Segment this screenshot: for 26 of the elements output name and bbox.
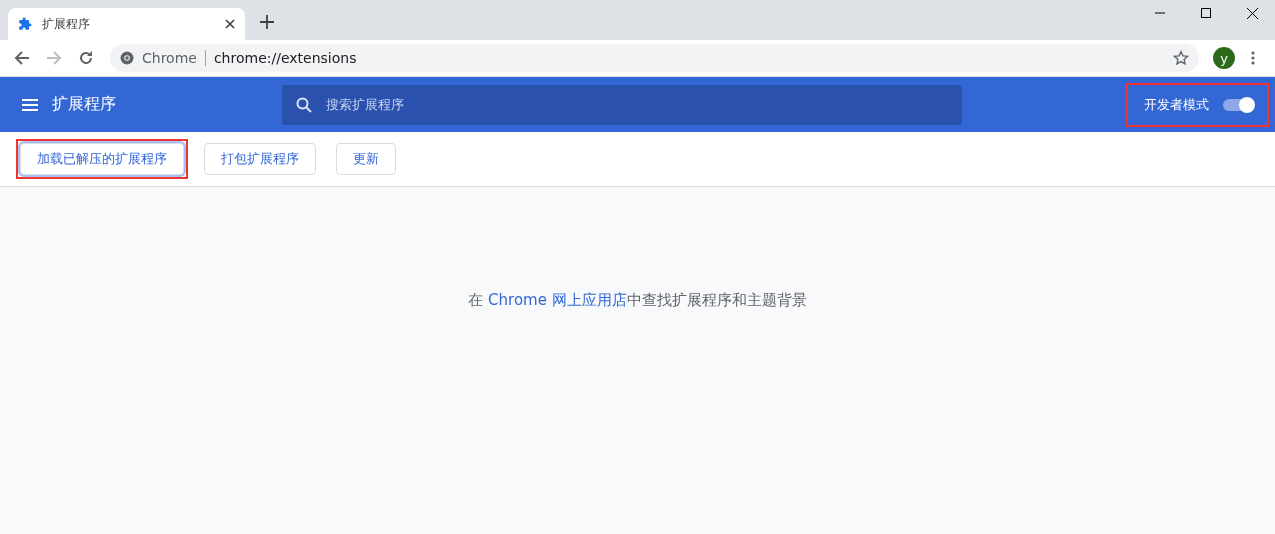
back-arrow-icon[interactable]	[14, 50, 30, 66]
maximize-icon[interactable]	[1201, 8, 1211, 18]
empty-state-message: 在 Chrome 网上应用店中查找扩展程序和主题背景	[467, 291, 808, 310]
address-bar[interactable]: Chrome chrome://extensions	[110, 44, 1199, 72]
page-title: 扩展程序	[52, 94, 117, 115]
puzzle-icon	[18, 17, 32, 31]
browser-tab[interactable]: 扩展程序	[8, 8, 245, 40]
toolbar-button[interactable]: 更新	[336, 143, 396, 175]
menu-icon[interactable]	[22, 98, 38, 111]
close-icon[interactable]	[225, 19, 235, 29]
dev-mode-toggle[interactable]	[1223, 96, 1255, 113]
more-icon[interactable]	[1251, 51, 1255, 65]
star-icon[interactable]	[1173, 50, 1189, 66]
web-store-link[interactable]: Chrome 网上应用店	[488, 291, 627, 309]
url-text: chrome://extensions	[213, 50, 358, 66]
toolbar-button[interactable]: 加载已解压的扩展程序	[20, 143, 184, 175]
toolbar-button[interactable]: 打包扩展程序	[204, 143, 316, 175]
search-field[interactable]: 搜索扩展程序	[282, 84, 962, 125]
search-icon	[296, 96, 312, 113]
profile-avatar[interactable]: y	[1213, 47, 1235, 69]
dev-mode-label: 开发者模式	[1144, 95, 1209, 114]
chrome-icon	[120, 51, 134, 65]
site-label: Chrome	[142, 50, 197, 66]
close-icon[interactable]	[1246, 7, 1258, 19]
reload-icon[interactable]	[78, 50, 94, 66]
plus-icon[interactable]	[260, 15, 274, 29]
